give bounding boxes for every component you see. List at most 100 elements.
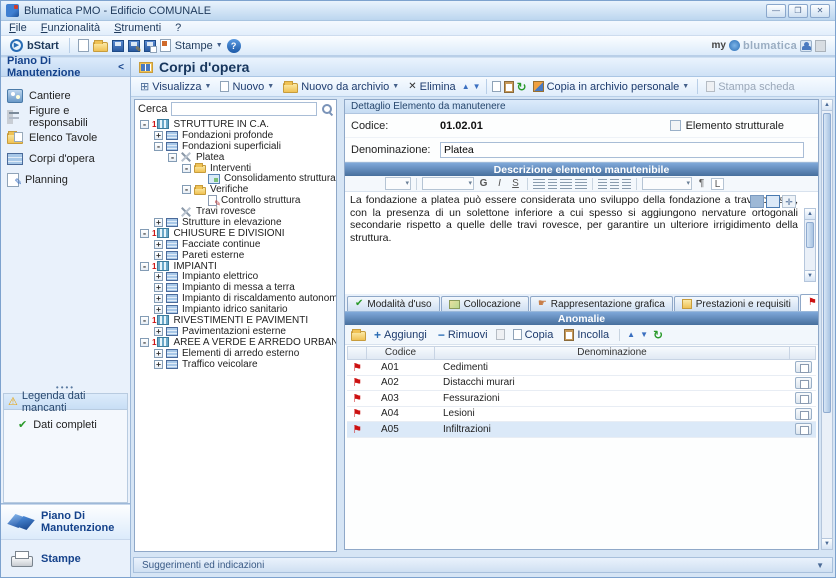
bstart-button[interactable]: ▶ bStart (6, 39, 63, 52)
collapse-icon[interactable]: - (182, 185, 191, 194)
visualizza-dropdown[interactable]: ⊞ Visualizza ▼ (137, 81, 214, 93)
elimina-button[interactable]: ✕ Elimina (405, 81, 458, 93)
tree-node[interactable]: +Impianto elettrico (138, 271, 336, 282)
align-justify-icon[interactable] (766, 195, 780, 208)
collapse-icon[interactable]: - (168, 153, 177, 162)
expand-icon[interactable]: + (154, 305, 163, 314)
save-edit-icon[interactable] (128, 40, 140, 52)
align-center-icon[interactable] (548, 179, 557, 189)
underline-button[interactable]: S (509, 178, 522, 190)
menu-funzionalita[interactable]: Funzionalità (41, 22, 100, 34)
tree-node[interactable]: +Impianto idrico sanitario (138, 304, 336, 315)
expand-icon[interactable]: + (154, 131, 163, 140)
tree-node[interactable]: +Pavimentazioni esterne (138, 326, 336, 337)
tree-node[interactable]: -Verifiche (138, 184, 336, 195)
new-document-icon[interactable] (78, 39, 89, 52)
move-up-icon[interactable]: ▲ (462, 82, 470, 91)
sidebar-item-figure-e-responsabili[interactable]: Figure e responsabili (7, 106, 124, 127)
search-input[interactable] (171, 102, 317, 116)
detail-scrollbar[interactable]: ▲ ▼ (821, 99, 833, 550)
tab-anomalie[interactable]: ⚑ Anomalie (800, 294, 819, 311)
open-icon[interactable] (93, 42, 108, 52)
close-button[interactable]: ✕ (810, 4, 830, 18)
expand-icon[interactable]: + (154, 294, 163, 303)
tree-node[interactable]: -1RIVESTIMENTI E PAVIMENTI (138, 315, 336, 326)
user-account-icon[interactable] (800, 40, 812, 52)
tab-collocazione[interactable]: Collocazione (441, 296, 529, 311)
sidebar-splitter[interactable]: •••• (1, 198, 130, 393)
table-row[interactable]: ⚑A05Infiltrazioni (347, 422, 816, 438)
expand-icon[interactable]: + (154, 327, 163, 336)
numbered-list-icon[interactable] (610, 179, 619, 189)
descrizione-textarea[interactable]: La fondazione a platea può essere consid… (345, 192, 818, 292)
save-as-icon[interactable] (144, 40, 156, 52)
scroll-up-icon[interactable]: ▲ (805, 209, 815, 220)
note-button[interactable] (795, 423, 812, 435)
tree-node[interactable]: -1AREE A VERDE E ARREDO URBANO (138, 337, 336, 348)
tree-node[interactable]: -Interventi (138, 163, 336, 174)
move-down-icon[interactable]: ▼ (473, 82, 481, 91)
scrollbar-thumb[interactable] (823, 113, 831, 413)
move-up-icon[interactable]: ▲ (627, 330, 635, 339)
copy-icon[interactable] (492, 81, 501, 92)
menu-help[interactable]: ? (175, 22, 181, 34)
scroll-down-icon[interactable]: ▼ (822, 538, 832, 549)
tree-node[interactable]: -1IMPIANTI (138, 261, 336, 272)
nuovo-da-archivio-dropdown[interactable]: Nuovo da archivio ▼ (280, 80, 402, 93)
expand-icon[interactable]: + (154, 349, 163, 358)
expand-icon[interactable]: + (154, 283, 163, 292)
minimize-button[interactable]: — (766, 4, 786, 18)
suggestions-bar[interactable]: Suggerimenti ed indicazioni ▼ (133, 557, 833, 573)
table-row[interactable]: ⚑A03Fessurazioni (347, 391, 816, 407)
paste-icon[interactable] (504, 81, 514, 93)
license-icon[interactable] (815, 40, 826, 52)
collapse-sidebar-icon[interactable]: < (118, 62, 124, 73)
copia-button[interactable]: Copia (510, 329, 557, 341)
expand-panel-icon[interactable]: ▼ (816, 561, 824, 570)
move-down-icon[interactable]: ▼ (640, 330, 648, 339)
table-row[interactable]: ⚑A01Cedimenti (347, 360, 816, 376)
note-button[interactable] (795, 361, 812, 373)
size-dropdown[interactable] (642, 177, 692, 190)
sidebar-item-elenco-tavole[interactable]: Elenco Tavole (7, 127, 124, 148)
search-icon[interactable] (321, 103, 333, 115)
tree-node[interactable]: +Facciate continue (138, 239, 336, 250)
tree-node[interactable]: Controllo struttura (138, 195, 336, 206)
aggiungi-button[interactable]: + Aggiungi (371, 328, 430, 342)
rimuovi-button[interactable]: − Rimuovi (435, 328, 491, 342)
collapse-icon[interactable]: - (140, 262, 149, 271)
tree-node[interactable]: +Impianto di riscaldamento autonomo (138, 293, 336, 304)
refresh-icon[interactable]: ↻ (517, 82, 527, 92)
panel-button-piano-di-manutenzione[interactable]: Piano Di Manutenzione (1, 504, 130, 539)
expand-icon[interactable]: + (154, 240, 163, 249)
align-left-icon[interactable] (533, 179, 545, 189)
color-swatch-icon[interactable] (750, 195, 764, 208)
tree-node[interactable]: Consolidamento strutturale (138, 173, 336, 184)
expand-icon[interactable]: + (154, 251, 163, 260)
scroll-up-icon[interactable]: ▲ (822, 100, 832, 111)
menu-strumenti[interactable]: Strumenti (114, 22, 161, 34)
note-button[interactable] (795, 408, 812, 420)
table-row[interactable]: ⚑A04Lesioni (347, 407, 816, 423)
help-icon[interactable]: ? (227, 39, 241, 53)
tab-modalita-duso[interactable]: ✔ Modalità d'uso (347, 296, 440, 311)
font-dropdown[interactable] (422, 177, 474, 190)
move-icon[interactable]: ✛ (782, 195, 796, 208)
expand-icon[interactable]: + (154, 272, 163, 281)
refresh-icon[interactable]: ↻ (653, 330, 663, 340)
stampe-dropdown[interactable]: Stampe ▼ (175, 40, 223, 52)
collapse-icon[interactable]: - (140, 316, 149, 325)
export-icon[interactable] (160, 39, 171, 52)
indent-icon[interactable] (622, 179, 631, 189)
sidebar-item-corpi-dopera[interactable]: Corpi d'opera (7, 148, 124, 169)
nuovo-dropdown[interactable]: Nuovo ▼ (217, 81, 277, 93)
collapse-icon[interactable]: - (182, 164, 191, 173)
pilcrow-icon[interactable]: ¶ (695, 178, 708, 190)
note-button[interactable] (795, 377, 812, 389)
italic-button[interactable]: I (493, 178, 506, 190)
tree-node[interactable]: -1CHIUSURE E DIVISIONI (138, 228, 336, 239)
tree-node[interactable]: +Fondazioni profonde (138, 130, 336, 141)
tree-node[interactable]: +Strutture in elevazione (138, 217, 336, 228)
sidebar-item-planning[interactable]: Planning (7, 169, 124, 190)
tree-node[interactable]: +Impianto di messa a terra (138, 282, 336, 293)
